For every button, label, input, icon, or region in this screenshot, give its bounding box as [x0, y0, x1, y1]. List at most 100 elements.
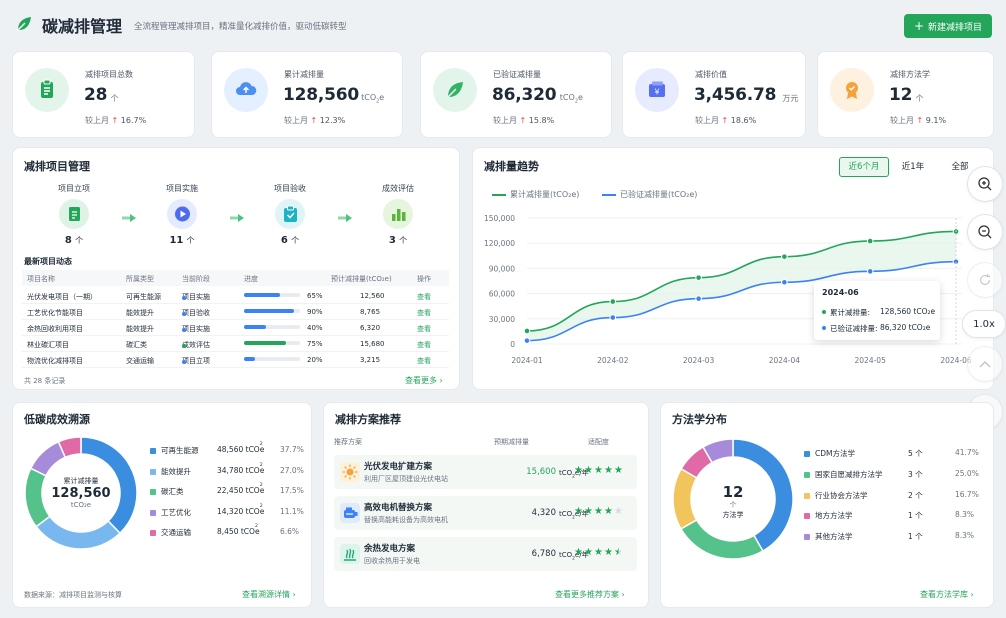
progress-text: 40%	[307, 324, 323, 332]
tab-6-months[interactable]: 近6个月	[839, 157, 889, 177]
stage-play-icon[interactable]	[167, 199, 197, 229]
donut-slice[interactable]	[679, 518, 764, 560]
progress-bar	[244, 325, 300, 329]
view-project-link[interactable]: 查看	[417, 340, 431, 350]
legend-item: 其他方法学 1 个 8.3%	[804, 531, 980, 543]
data-point[interactable]	[866, 237, 874, 245]
rec-header-fit: 适配度	[588, 438, 609, 446]
legend-name: 可再生能源	[161, 446, 199, 455]
data-point[interactable]	[523, 337, 531, 344]
star-icon: ★	[574, 465, 583, 476]
stage-doc-icon[interactable]	[59, 199, 89, 229]
compare-label: 较上月	[85, 116, 109, 125]
compare-label: 较上月	[493, 116, 517, 125]
stat-label: 减排项目总数	[85, 70, 133, 79]
view-project-link[interactable]: 查看	[417, 292, 431, 302]
wallet-icon: ¥	[635, 68, 679, 112]
y-tick-label: 90,000	[489, 264, 515, 273]
x-tick-label: 2024-05	[855, 356, 887, 365]
y-tick-label: 60,000	[489, 290, 515, 299]
donut-center: 累计减排量 128,560 tCO₂e	[46, 476, 116, 509]
legend-swatch	[150, 448, 156, 454]
arrow-up-icon: ↑	[721, 116, 729, 125]
view-more-projects-link[interactable]: 查看更多 ›	[405, 375, 443, 386]
methods-center-label: 方法学	[722, 511, 744, 519]
data-point[interactable]	[695, 295, 702, 302]
stage-bar-chart-icon[interactable]	[383, 199, 413, 229]
new-project-label: 新建减排项目	[928, 22, 983, 33]
data-point[interactable]	[609, 298, 617, 305]
legend-name: 能效提升	[161, 466, 191, 476]
view-source-details-link[interactable]: 查看溯源详情 ›	[242, 589, 296, 600]
stat-compare: 较上月 ↑ 9.1%	[890, 115, 946, 126]
project-name: 林业碳汇项目	[27, 341, 69, 349]
legend-name: 行业协会方法学	[815, 490, 868, 500]
data-source-note: 数据来源：减排项目监测与核算	[24, 591, 122, 599]
legend-name: 国家自愿减排方法学	[815, 469, 883, 479]
data-point[interactable]	[609, 314, 617, 321]
tooltip-month: 2024-06	[822, 288, 859, 297]
x-tick-label: 2024-03	[683, 356, 715, 365]
recommendation-amount: 15,600	[526, 467, 556, 477]
reset-button[interactable]	[967, 262, 1003, 298]
legend-swatch	[150, 509, 156, 516]
view-project-link[interactable]: 查看	[417, 356, 431, 366]
stage-dot	[182, 344, 186, 348]
legend-name: 地方方法学	[815, 511, 853, 521]
tab-1-year[interactable]: 近1年	[889, 157, 937, 177]
stage-dot	[182, 328, 186, 332]
stage-count: 3 个	[388, 235, 408, 246]
stage-checklist-icon[interactable]	[275, 199, 305, 229]
page-subtitle: 全流程管理减排项目，精准量化减排价值，驱动低碳转型	[134, 22, 347, 32]
progress-bar	[244, 341, 300, 345]
methods-center-value: 12	[722, 483, 744, 501]
donut-slice[interactable]	[35, 515, 122, 550]
arrow-right-icon	[337, 208, 353, 222]
data-point[interactable]	[695, 274, 702, 281]
star-icon: ★	[614, 465, 623, 476]
recommendation-item[interactable]: 余热发电方案 回收余热用于发电 6,780 tCO2e/年 ★ ★ ★ ★ ★	[334, 537, 637, 571]
data-point[interactable]	[781, 253, 788, 260]
data-point[interactable]	[866, 268, 874, 275]
legend-pct: 8.3%	[955, 510, 975, 520]
star-icon: ★	[604, 547, 613, 558]
star-icon: ★	[614, 547, 623, 558]
view-methods-label: 查看方法学库	[920, 590, 968, 599]
scroll-up-button[interactable]	[967, 346, 1003, 382]
view-more-recommendations-link[interactable]: 查看更多推荐方案 ›	[555, 589, 625, 600]
legend-value: 8,450 tCO 2 e	[217, 524, 260, 536]
stat-unit: 个	[110, 94, 119, 103]
change-value: 9.1%	[925, 116, 947, 125]
project-name: 物流优化减排项目	[27, 357, 83, 365]
y-tick-label: 150,000	[484, 214, 515, 223]
progress-bar	[244, 357, 300, 361]
legend-pct: 41.7%	[955, 448, 979, 457]
zoom-out-button[interactable]	[967, 214, 1003, 250]
donut-slice[interactable]	[672, 467, 698, 530]
view-methods-library-link[interactable]: 查看方法学库 ›	[920, 589, 974, 600]
recommendation-desc: 利用厂区屋顶建设光伏电站	[364, 475, 448, 483]
legend-item: 交通运输 8,450 tCO 2 e 6.6%	[150, 524, 302, 539]
project-type: 碳汇类	[126, 341, 147, 349]
progress-bar	[244, 293, 300, 297]
legend-count: 2 个	[908, 490, 923, 500]
data-point[interactable]	[781, 278, 788, 286]
rotate-icon	[980, 273, 991, 285]
stage-label: 成效评估	[382, 184, 414, 193]
legend-pct: 17.5%	[280, 486, 304, 495]
tooltip-cum-label: 累计减排量:	[830, 308, 871, 317]
legend-count: 1 个	[908, 532, 923, 542]
view-project-link[interactable]: 查看	[417, 308, 431, 318]
zoom-in-button[interactable]	[967, 166, 1003, 202]
recommendation-item[interactable]: 高效电机替换方案 替换高能耗设备为高效电机 4,320 tCO2e/年 ★ ★ ★ ★ ★	[334, 496, 637, 530]
project-type: 可再生能源	[126, 293, 161, 301]
chevron-right-icon: ›	[439, 376, 443, 385]
progress-text: 65%	[307, 292, 323, 300]
legend-item: 行业协会方法学 2 个 16.7%	[804, 490, 980, 502]
data-point[interactable]	[523, 327, 531, 335]
legend-value: 34,780 tCO 2 e	[217, 462, 265, 475]
new-project-button[interactable]: + 新建减排项目	[904, 14, 992, 38]
recommendation-item[interactable]: 光伏发电扩建方案 利用厂区屋顶建设光伏电站 15,600 tCO2e/年 ★ ★ ★ ★ ★	[334, 455, 637, 489]
view-project-link[interactable]: 查看	[417, 324, 431, 334]
total-records: 共 28 条记录	[24, 377, 66, 385]
